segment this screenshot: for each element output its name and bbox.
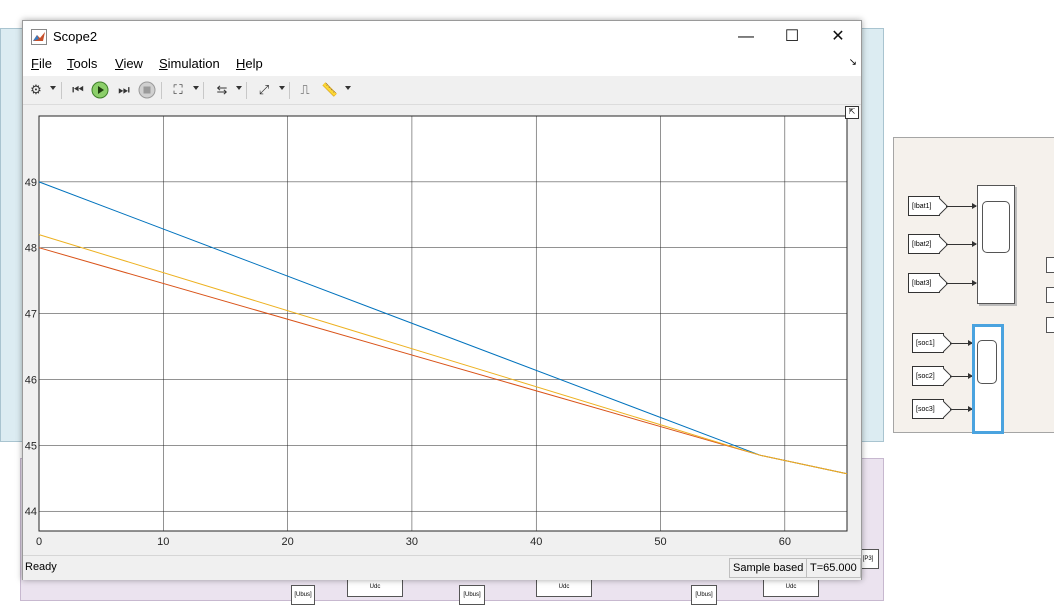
model-block[interactable]: Udc — [536, 577, 592, 597]
settings-gear-icon[interactable]: ⚙ — [27, 81, 45, 99]
model-subsystem-panel: [Ibat1] [Ibat2] [Ibat3] [soc1] [soc2] [s… — [893, 137, 1054, 434]
goto-tag[interactable]: [soc3] — [912, 399, 944, 419]
model-block[interactable]: [Ubus] — [291, 585, 315, 605]
goto-tag[interactable]: [Ibat3] — [908, 273, 940, 293]
goto-tag-partial[interactable] — [1046, 287, 1054, 303]
goto-tag[interactable]: [Ibat2] — [908, 234, 940, 254]
status-bar: Ready Sample based T=65.000 — [23, 555, 861, 580]
menu-file[interactable]: File — [31, 56, 52, 71]
goto-tag[interactable]: [Ibat1] — [908, 196, 940, 216]
stop-icon[interactable] — [138, 81, 156, 99]
goto-tag[interactable]: [soc2] — [912, 366, 944, 386]
signal-line — [950, 406, 973, 412]
matlab-logo-icon — [31, 29, 47, 45]
y-tick-label: 47 — [25, 309, 37, 321]
x-tick-label: 60 — [779, 536, 791, 548]
menu-tools[interactable]: Tools — [67, 56, 97, 71]
goto-tag[interactable]: [soc1] — [912, 333, 944, 353]
close-button[interactable]: ✕ — [815, 21, 861, 52]
menu-view[interactable]: View — [115, 56, 143, 71]
y-tick-label: 46 — [25, 374, 37, 386]
title-bar[interactable]: Scope2 — ☐ ✕ — [23, 21, 861, 52]
chevron-down-icon[interactable] — [236, 86, 242, 90]
measurements-icon[interactable]: 📏 — [321, 81, 339, 99]
x-tick-label: 30 — [406, 536, 418, 548]
y-tick-label: 44 — [25, 506, 37, 518]
x-tick-label: 0 — [36, 536, 42, 548]
scope2-block[interactable] — [972, 324, 1004, 434]
minimize-button[interactable]: — — [723, 21, 769, 52]
model-block[interactable]: [Ubus] — [459, 585, 485, 605]
signal-line — [946, 203, 977, 209]
signal-line — [946, 241, 977, 247]
signal-line — [946, 280, 977, 286]
expand-axes-icon[interactable]: ⇱ — [845, 106, 859, 119]
toolbar: ⚙ ⏮ ⏭ ⛶ ⇆ ⤢ ⎍ 📏 — [23, 77, 861, 105]
window-title: Scope2 — [53, 29, 98, 44]
triggers-icon[interactable]: ⎍ — [296, 81, 314, 99]
scope-window: Scope2 — ☐ ✕ File Tools View Simulation … — [22, 20, 862, 580]
line-plot[interactable]: 0 10 20 30 40 50 60 44 45 46 47 48 49 — [23, 105, 861, 555]
menu-simulation[interactable]: Simulation — [159, 56, 220, 71]
menu-help[interactable]: Help — [236, 56, 263, 71]
plot-background[interactable] — [38, 115, 848, 532]
status-text: Ready — [25, 561, 57, 573]
sample-mode-label: Sample based — [729, 558, 808, 578]
sim-time-label: T=65.000 — [806, 558, 861, 578]
toolbar-divider — [289, 82, 290, 99]
autoscale-icon[interactable]: ⤢ — [255, 81, 273, 99]
x-tick-label: 10 — [157, 536, 169, 548]
menu-bar: File Tools View Simulation Help ↘ — [23, 52, 861, 76]
scope1-block[interactable] — [977, 185, 1015, 304]
signal-line — [950, 373, 973, 379]
undock-arrow-icon[interactable]: ↘ — [849, 57, 857, 68]
model-block[interactable]: Udc — [763, 577, 819, 597]
y-tick-label: 48 — [25, 243, 37, 255]
toolbar-divider — [161, 82, 162, 99]
scope-screen-icon — [977, 340, 997, 384]
scope-screen-icon — [982, 201, 1010, 253]
goto-tag-partial[interactable] — [1046, 317, 1054, 333]
y-tick-label: 45 — [25, 440, 37, 452]
x-tick-label: 20 — [281, 536, 293, 548]
run-icon[interactable] — [91, 81, 109, 99]
toolbar-divider — [61, 82, 62, 99]
zoom-icon[interactable]: ⇆ — [213, 81, 231, 99]
chevron-down-icon[interactable] — [193, 86, 199, 90]
step-back-icon[interactable]: ⏮ — [69, 81, 87, 99]
y-tick-label: 49 — [25, 177, 37, 189]
chevron-down-icon[interactable] — [279, 86, 285, 90]
toolbar-divider — [246, 82, 247, 99]
scope-display[interactable]: 0 10 20 30 40 50 60 44 45 46 47 48 49 ⇱ — [23, 105, 861, 555]
maximize-button[interactable]: ☐ — [769, 21, 815, 52]
model-block[interactable]: Udc — [347, 577, 403, 597]
step-forward-icon[interactable]: ⏭ — [115, 81, 133, 99]
signal-line — [950, 340, 973, 346]
highlight-block-icon[interactable]: ⛶ — [169, 81, 187, 99]
toolbar-divider — [203, 82, 204, 99]
goto-tag-partial[interactable] — [1046, 257, 1054, 273]
chevron-down-icon[interactable] — [345, 86, 351, 90]
model-block[interactable]: [Ubus] — [691, 585, 717, 605]
x-tick-label: 40 — [530, 536, 542, 548]
x-tick-label: 50 — [654, 536, 666, 548]
chevron-down-icon[interactable] — [50, 86, 56, 90]
